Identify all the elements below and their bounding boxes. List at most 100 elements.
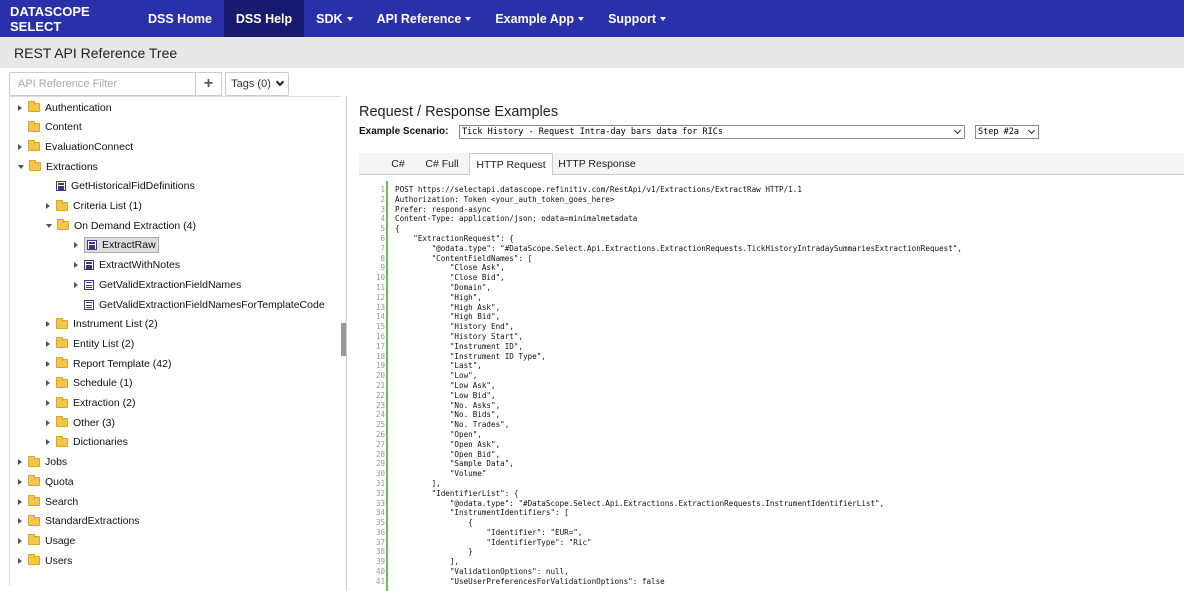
nav-dss-help[interactable]: DSS Help bbox=[223, 0, 305, 37]
step-select[interactable]: Step #2a bbox=[975, 125, 1039, 139]
add-filter-button[interactable]: + bbox=[196, 72, 222, 96]
tree-item-label: Quota bbox=[45, 475, 74, 488]
tree-item[interactable]: GetHistoricalFidDefinitions bbox=[46, 177, 195, 196]
tree-item[interactable]: Extractions bbox=[18, 157, 98, 176]
nav-support[interactable]: Support bbox=[596, 0, 678, 37]
api-filter-input[interactable] bbox=[9, 72, 196, 96]
expand-arrow-icon[interactable] bbox=[46, 340, 50, 347]
tree-item[interactable]: Entity List (2) bbox=[46, 334, 134, 353]
line-number: 15 bbox=[375, 322, 385, 332]
expand-arrow-icon[interactable] bbox=[46, 360, 50, 367]
tree-item[interactable]: On Demand Extraction (4) bbox=[46, 216, 196, 235]
line-number: 5 bbox=[380, 224, 385, 234]
expand-arrow-icon[interactable] bbox=[18, 143, 22, 150]
tab-http-request[interactable]: HTTP Request bbox=[469, 153, 553, 176]
line-number: 36 bbox=[375, 527, 385, 537]
tree-item-label: EvaluationConnect bbox=[45, 140, 134, 153]
line-number: 6 bbox=[380, 233, 385, 243]
nav-example-app[interactable]: Example App bbox=[483, 0, 596, 37]
tab-csharp[interactable]: C# bbox=[381, 153, 415, 175]
tree-item-label: Usage bbox=[45, 534, 76, 547]
tree-item[interactable]: GetValidExtractionFieldNamesForTemplateC… bbox=[74, 295, 325, 314]
line-number: 22 bbox=[375, 390, 385, 400]
tree-item[interactable]: Dictionaries bbox=[46, 433, 128, 452]
tree-item[interactable]: Report Template (42) bbox=[46, 354, 171, 373]
tab-http-response[interactable]: HTTP Response bbox=[555, 153, 639, 175]
tree-item[interactable]: StandardExtractions bbox=[18, 512, 140, 531]
expand-arrow-icon[interactable] bbox=[18, 104, 22, 111]
tree-item[interactable]: Search bbox=[18, 492, 78, 511]
collapse-arrow-icon[interactable] bbox=[46, 223, 52, 228]
tree-item-label: Authentication bbox=[45, 101, 112, 114]
expand-arrow-icon[interactable] bbox=[18, 518, 22, 525]
tags-label: Tags (0) bbox=[231, 78, 271, 90]
expand-arrow-icon[interactable] bbox=[18, 537, 22, 544]
scenario-select[interactable]: Tick History - Request Intra-day bars da… bbox=[459, 125, 965, 139]
folder-icon bbox=[56, 337, 68, 349]
tab-csharp-full[interactable]: C# Full bbox=[417, 153, 467, 175]
tree-item[interactable]: ExtractRaw bbox=[74, 236, 159, 255]
line-number: 27 bbox=[375, 439, 385, 449]
tree-item[interactable]: Extraction (2) bbox=[46, 394, 135, 413]
expand-arrow-icon[interactable] bbox=[74, 281, 78, 288]
line-number-gutter: 1 2 3 4 5 6 7 8 9 10 11 12 13 14 15 16 17 18 19 20 21 22 23 24 2… bbox=[359, 185, 385, 587]
expand-arrow-icon[interactable] bbox=[46, 321, 50, 328]
folder-icon bbox=[56, 376, 68, 388]
expand-arrow-icon[interactable] bbox=[46, 380, 50, 387]
caret-down-icon bbox=[660, 16, 666, 21]
tree-item[interactable]: Users bbox=[18, 551, 72, 570]
line-number: 7 bbox=[380, 243, 385, 253]
tree-item-label: Instrument List (2) bbox=[73, 318, 158, 331]
tags-dropdown-button[interactable]: Tags (0) bbox=[225, 72, 289, 96]
tree-item-label: Search bbox=[45, 495, 79, 508]
tree-item[interactable]: ExtractWithNotes bbox=[74, 256, 180, 275]
tree-item[interactable]: Criteria List (1) bbox=[46, 197, 142, 216]
code-line: "Low Ask", bbox=[395, 380, 496, 390]
expand-arrow-icon[interactable] bbox=[46, 203, 50, 209]
folder-icon bbox=[28, 495, 40, 506]
folder-icon bbox=[57, 219, 69, 231]
line-number: 9 bbox=[380, 263, 385, 273]
collapse-arrow-icon[interactable] bbox=[18, 164, 24, 169]
expand-arrow-icon[interactable] bbox=[46, 419, 50, 426]
code-line: "InstrumentIdentifiers": [ bbox=[395, 508, 569, 518]
expand-arrow-icon[interactable] bbox=[18, 498, 22, 505]
caret-down-icon bbox=[346, 16, 353, 21]
tree-item[interactable]: Jobs bbox=[18, 453, 67, 472]
code-viewer: 1 2 3 4 5 6 7 8 9 10 11 12 13 14 15 16 17 18 19 20 21 22 23 24 2… bbox=[359, 175, 1184, 591]
expand-arrow-icon[interactable] bbox=[18, 478, 22, 485]
api-reference-tree: Authentication Content EvaluationConnect Ex… bbox=[9, 96, 341, 586]
tree-item[interactable]: GetValidExtractionFieldNames bbox=[74, 275, 241, 294]
tree-item[interactable]: Instrument List (2) bbox=[46, 315, 158, 334]
tree-item[interactable]: Other (3) bbox=[46, 413, 115, 432]
tree-item[interactable]: Authentication bbox=[18, 98, 112, 117]
tree-item-label: Jobs bbox=[45, 456, 68, 469]
code-line: "Domain", bbox=[395, 282, 492, 292]
tree-item[interactable]: Quota bbox=[18, 472, 74, 491]
expand-arrow-icon[interactable] bbox=[18, 557, 22, 564]
folder-icon bbox=[56, 416, 68, 428]
nav-dss-home[interactable]: DSS Home bbox=[136, 0, 224, 37]
code-line: "Open Bid", bbox=[395, 449, 501, 459]
brand-logo-text[interactable]: DATASCOPE SELECT bbox=[0, 0, 136, 37]
expand-arrow-icon[interactable] bbox=[74, 262, 78, 269]
tree-item[interactable]: Schedule (1) bbox=[46, 374, 133, 393]
code-line: "Low", bbox=[395, 371, 478, 381]
code-line: "No. Asks", bbox=[395, 400, 501, 410]
method-icon bbox=[56, 181, 66, 192]
chevron-down-icon bbox=[1027, 126, 1036, 135]
tree-item[interactable]: Usage bbox=[18, 531, 75, 550]
line-number: 40 bbox=[375, 567, 385, 577]
expand-arrow-icon[interactable] bbox=[46, 439, 50, 446]
code-line: "Volume" bbox=[395, 469, 487, 479]
tree-item-label: Users bbox=[45, 554, 73, 567]
expand-arrow-icon[interactable] bbox=[74, 242, 78, 249]
tree-item[interactable]: EvaluationConnect bbox=[18, 137, 133, 156]
tree-item[interactable]: Content bbox=[18, 118, 82, 137]
expand-arrow-icon[interactable] bbox=[18, 459, 22, 466]
nav-api-reference[interactable]: API Reference bbox=[365, 0, 484, 37]
line-number: 32 bbox=[375, 488, 385, 498]
expand-arrow-icon[interactable] bbox=[46, 400, 50, 406]
nav-sdk[interactable]: SDK bbox=[304, 0, 364, 37]
code-line: "ExtractionRequest": { bbox=[395, 233, 514, 243]
